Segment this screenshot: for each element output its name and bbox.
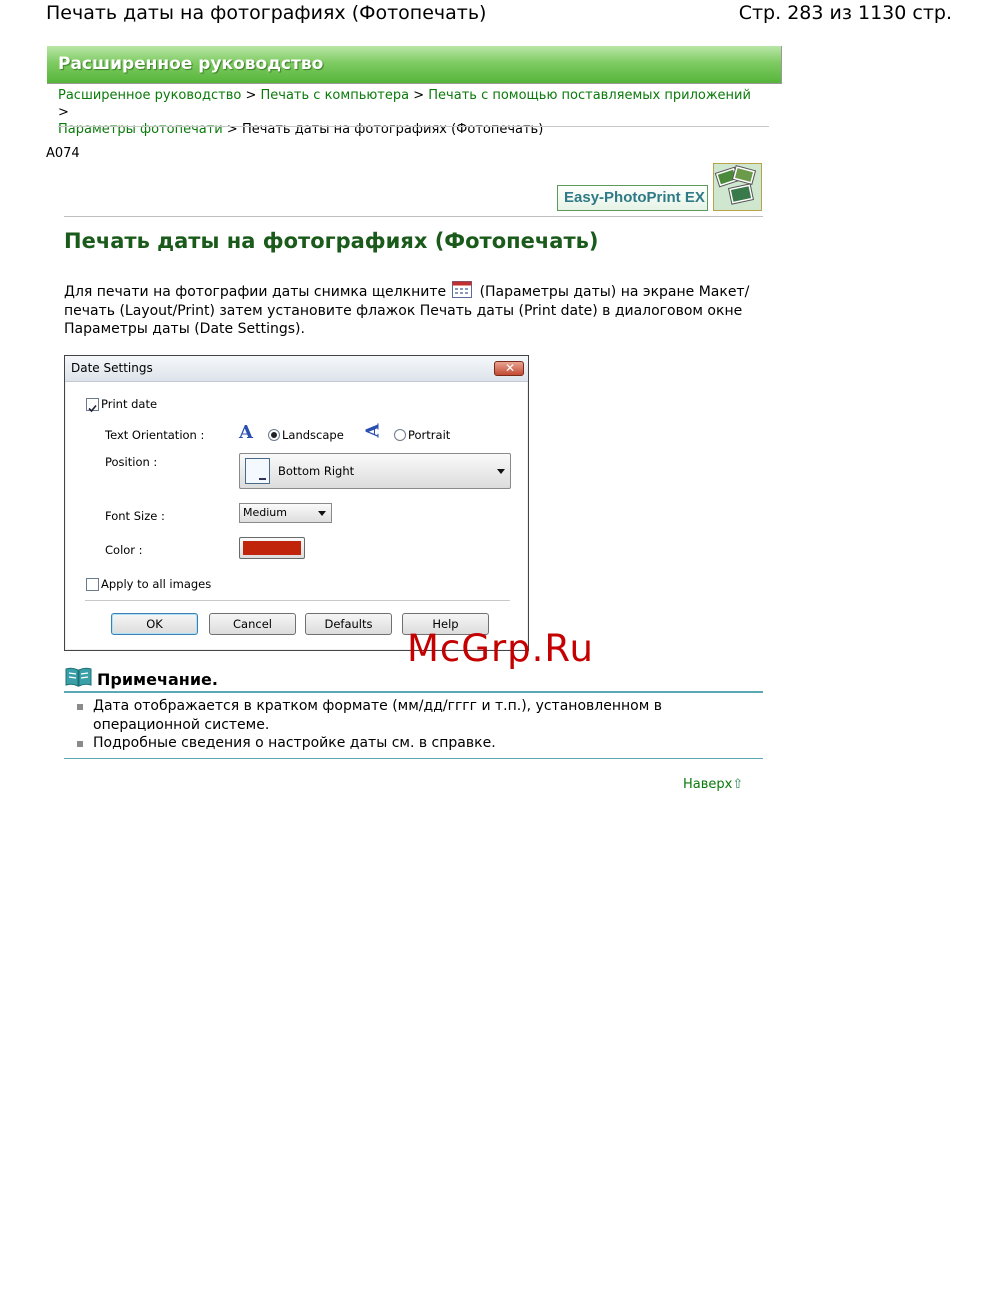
breadcrumb-separator: > — [58, 105, 69, 120]
document-id: A074 — [46, 146, 80, 161]
landscape-radio[interactable] — [268, 429, 280, 441]
photos-stack-icon — [713, 163, 762, 211]
breadcrumb-separator: > — [413, 88, 425, 103]
page-header-title: Печать даты на фотографиях (Фотопечать) — [46, 2, 487, 24]
position-label: Position : — [105, 455, 158, 469]
back-to-top-label: Наверх — [683, 777, 733, 792]
page-number: Стр. 283 из 1130 стр. — [738, 2, 952, 24]
arrow-up-icon: ⇧ — [732, 777, 744, 792]
banner-label: Расширенное руководство — [58, 54, 324, 74]
text-orientation-label: Text Orientation : — [105, 428, 205, 442]
breadcrumb-separator: > — [226, 122, 238, 137]
breadcrumb: Расширенное руководство > Печать с компь… — [58, 87, 763, 138]
dialog-body: Print date Text Orientation : A Landscap… — [66, 382, 527, 649]
landscape-orientation-icon: A — [239, 422, 253, 443]
color-label: Color : — [105, 543, 143, 557]
close-button[interactable]: ✕ — [494, 361, 524, 376]
apply-to-all-checkbox[interactable] — [86, 578, 99, 591]
dialog-divider — [85, 600, 510, 601]
date-settings-dialog: Date Settings ✕ Print date Text Orientat… — [64, 355, 529, 651]
page-title: Печать даты на фотографиях (Фотопечать) — [64, 229, 599, 253]
print-date-checkbox[interactable] — [86, 398, 99, 413]
title-divider — [64, 216, 763, 217]
font-size-dropdown[interactable]: Medium — [239, 503, 332, 523]
watermark: McGrp.Ru — [407, 627, 594, 670]
date-settings-icon — [452, 281, 473, 298]
portrait-orientation-icon: A — [362, 423, 384, 438]
landscape-label: Landscape — [282, 428, 344, 442]
product-logo-label: Easy-PhotoPrint EX — [564, 189, 705, 206]
section-banner: Расширенное руководство — [47, 46, 782, 84]
breadcrumb-link-print-from-computer[interactable]: Печать с компьютера — [261, 88, 410, 103]
chevron-down-icon — [318, 511, 326, 516]
print-date-label: Print date — [101, 397, 158, 411]
breadcrumb-link-photo-print-settings[interactable]: Параметры фотопечати — [58, 122, 223, 137]
breadcrumb-link-bundled-apps[interactable]: Печать с помощью поставляемых приложений — [428, 88, 751, 103]
defaults-button[interactable]: Defaults — [305, 613, 392, 635]
ok-button[interactable]: OK — [111, 613, 198, 635]
apply-to-all-label: Apply to all images — [101, 577, 212, 591]
breadcrumb-separator: > — [245, 88, 257, 103]
intro-paragraph: Для печати на фотографии даты снимка щел… — [64, 281, 754, 339]
list-item: Дата отображается в кратком формате (мм/… — [64, 697, 763, 734]
note-list: Дата отображается в кратком формате (мм/… — [64, 697, 763, 753]
note-bottom-divider — [64, 758, 763, 759]
chevron-down-icon — [497, 469, 505, 474]
list-item: Подробные сведения о настройке даты см. … — [64, 734, 763, 753]
font-size-label: Font Size : — [105, 509, 165, 523]
breadcrumb-divider — [58, 126, 769, 127]
position-dropdown[interactable]: Bottom Right — [239, 453, 511, 489]
dialog-titlebar: Date Settings ✕ — [65, 356, 528, 382]
portrait-radio[interactable] — [394, 429, 406, 441]
checkmark-icon — [88, 404, 97, 413]
font-size-value: Medium — [243, 506, 287, 519]
color-swatch — [243, 541, 301, 555]
portrait-label: Portrait — [408, 428, 451, 442]
color-picker-button[interactable] — [239, 537, 305, 559]
product-logo: Easy-PhotoPrint EX — [557, 185, 708, 211]
breadcrumb-link-advanced-guide[interactable]: Расширенное руководство — [58, 88, 241, 103]
position-preview-icon — [245, 458, 270, 484]
breadcrumb-current: Печать даты на фотографиях (Фотопечать) — [241, 122, 544, 137]
dialog-title: Date Settings — [71, 361, 153, 375]
close-icon: ✕ — [505, 361, 516, 375]
book-icon — [65, 667, 92, 687]
note-top-divider — [64, 691, 763, 693]
cancel-button[interactable]: Cancel — [209, 613, 296, 635]
intro-text-1: Для печати на фотографии даты снимка щел… — [64, 284, 447, 300]
note-title: Примечание. — [97, 670, 218, 689]
position-value: Bottom Right — [278, 464, 355, 478]
back-to-top-link[interactable]: Наверх⇧ — [683, 777, 743, 792]
